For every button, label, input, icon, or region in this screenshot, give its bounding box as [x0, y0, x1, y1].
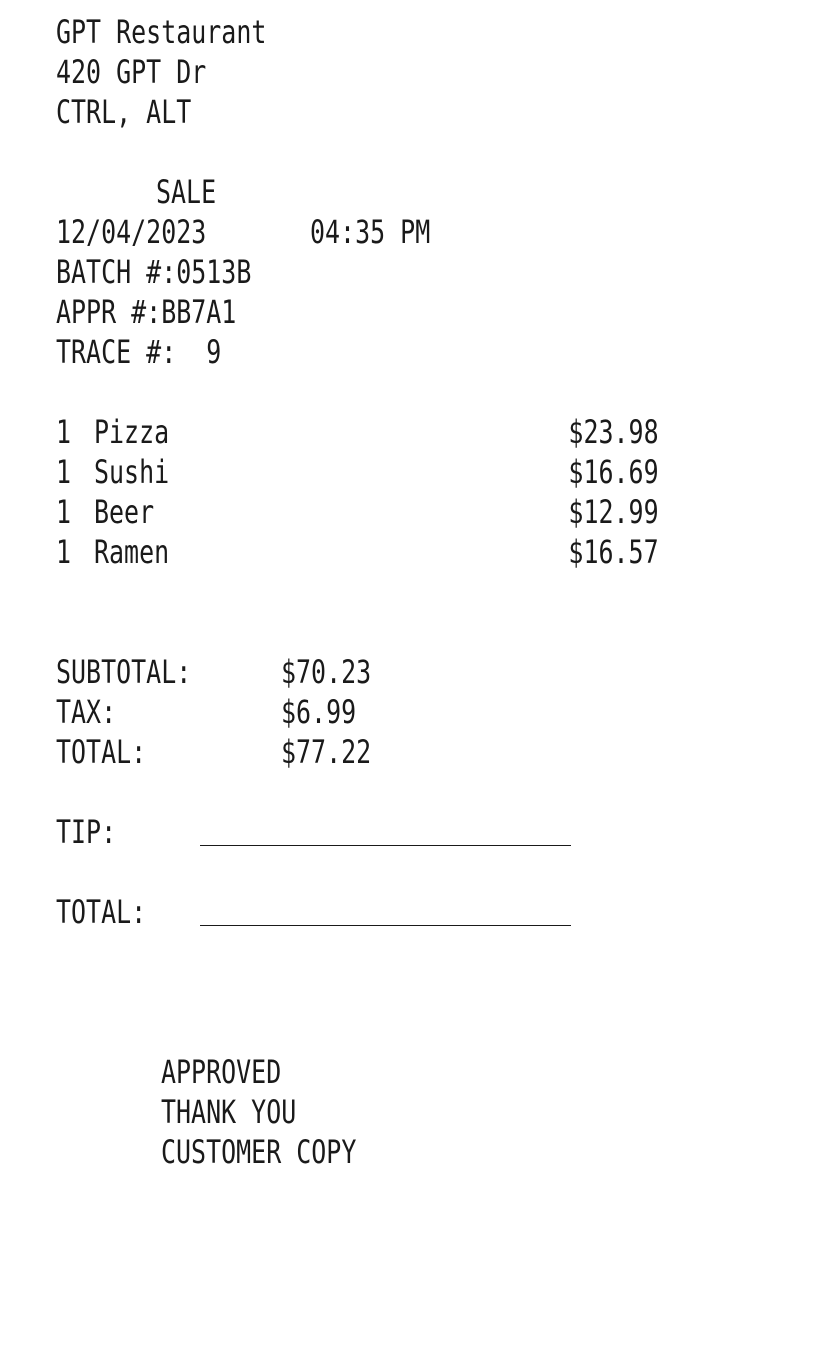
trace-label: TRACE #: — [56, 333, 177, 371]
item-name: Pizza — [94, 413, 170, 451]
thank-you-text: THANK YOU — [161, 1093, 297, 1131]
restaurant-address: 420 GPT Dr — [56, 53, 207, 91]
tip-line[interactable] — [200, 845, 571, 846]
grand-total-line[interactable] — [200, 925, 571, 926]
item-name: Sushi — [94, 453, 170, 491]
subtotal-value: $70.23 — [281, 653, 372, 691]
trace-number: 9 — [206, 333, 222, 371]
trace-row: TRACE #: 9 — [56, 332, 221, 372]
total-label: TOTAL: — [56, 733, 147, 771]
customer-copy-text: CUSTOMER COPY — [161, 1133, 357, 1171]
item-price: $16.57 — [568, 533, 659, 571]
item-qty: 1 — [56, 493, 72, 531]
subtotal-label: SUBTOTAL: — [56, 653, 192, 691]
item-price: $23.98 — [568, 413, 659, 451]
appr-label: APPR #: — [56, 293, 162, 331]
item-qty: 1 — [56, 453, 72, 491]
tax-value: $6.99 — [281, 693, 357, 731]
approved-text: APPROVED — [161, 1053, 282, 1091]
grand-total-label: TOTAL: — [56, 893, 147, 931]
tax-label: TAX: — [56, 693, 117, 731]
item-price: $12.99 — [568, 493, 659, 531]
batch-label: BATCH #: — [56, 253, 177, 291]
tip-label: TIP: — [56, 813, 117, 851]
transaction-type: SALE — [156, 173, 217, 211]
total-value: $77.22 — [281, 733, 372, 771]
batch-row: BATCH #:0513B — [56, 252, 251, 292]
restaurant-city: CTRL, ALT — [56, 93, 192, 131]
transaction-date: 12/04/2023 — [56, 213, 207, 251]
appr-number: BB7A1 — [161, 293, 237, 331]
restaurant-name: GPT Restaurant — [56, 13, 267, 51]
appr-row: APPR #:BB7A1 — [56, 292, 236, 332]
transaction-time: 04:35 PM — [310, 213, 431, 251]
item-qty: 1 — [56, 533, 72, 571]
batch-number: 0513B — [176, 253, 252, 291]
item-name: Ramen — [94, 533, 170, 571]
item-name: Beer — [94, 493, 155, 531]
item-qty: 1 — [56, 413, 72, 451]
item-price: $16.69 — [568, 453, 659, 491]
